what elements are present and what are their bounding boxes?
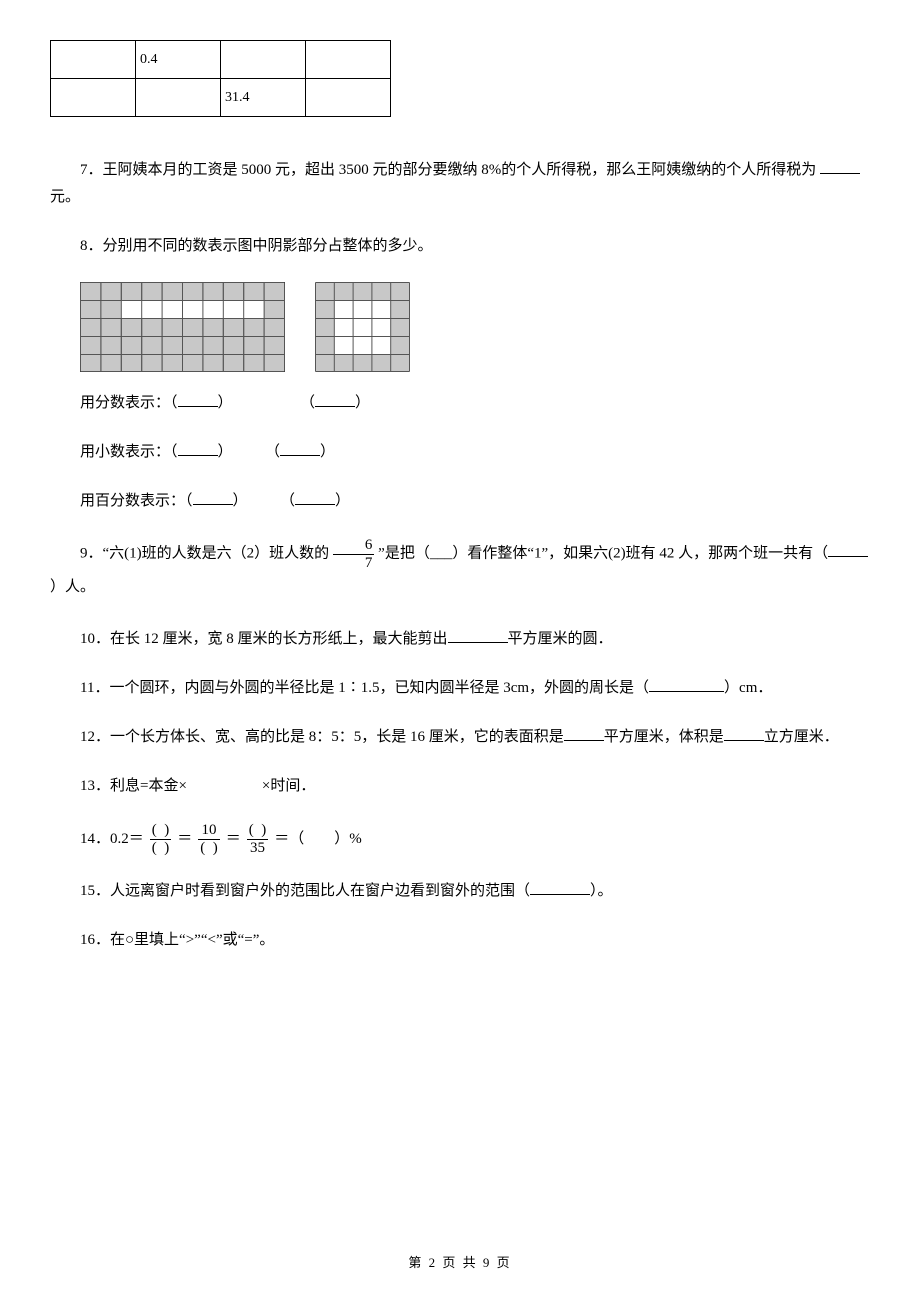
q10-text-a: 10．在长 12 厘米，宽 8 厘米的长方形纸上，最大能剪出 [80, 631, 448, 647]
fill-blank[interactable] [280, 441, 320, 456]
q11-text-b: ）cm． [724, 680, 772, 696]
label: 用小数表示：（ [80, 444, 178, 460]
fraction-numerator: 6 [333, 537, 375, 555]
question-12: 12．一个长方体长、宽、高的比是 8：5：5，长是 16 厘米，它的表面积是 平方… [50, 724, 870, 751]
question-10: 10．在长 12 厘米，宽 8 厘米的长方形纸上，最大能剪出 平方厘米的圆． [50, 626, 870, 653]
q8-decimal-line: 用小数表示：（ ） （ ） [80, 439, 870, 466]
fraction-6-7: 6 7 [333, 537, 375, 571]
question-11: 11．一个圆环，内圆与外圆的半径比是 1∶1.5，已知内圆半径是 3cm，外圆的… [50, 675, 870, 702]
paren-close: ） [218, 395, 233, 411]
label: 用分数表示：（ [80, 395, 178, 411]
grid-svg-1 [80, 282, 285, 372]
q7-text-a: 7．王阿姨本月的工资是 5000 元，超出 3500 元的部分要缴纳 8%的个人… [80, 162, 816, 178]
q8-percent-line: 用百分数表示：（ ） （ ） [80, 488, 870, 515]
table-row: 0.4 [51, 41, 391, 79]
question-8-intro: 8．分别用不同的数表示图中阴影部分占整体的多少。 [50, 233, 870, 260]
q7-text-b: 元。 [50, 189, 80, 205]
grid-svg-2 [315, 282, 410, 372]
cell [221, 41, 306, 79]
paren-close: ） [218, 444, 233, 460]
fill-blank[interactable] [448, 628, 508, 643]
paren-open: （ [280, 493, 295, 509]
question-9: 9．“六(1)班的人数是六（2）班人数的 6 7 ”是把（___）看作整体“1”… [50, 537, 870, 604]
question-15: 15．人远离窗户时看到窗户外的范围比人在窗户边看到窗外的范围（ ）。 [50, 878, 870, 905]
question-7: 7．王阿姨本月的工资是 5000 元，超出 3500 元的部分要缴纳 8%的个人… [50, 157, 870, 211]
equals-sign: ＝ [226, 826, 241, 853]
fill-blank[interactable] [178, 392, 218, 407]
fraction-numerator: 10 [198, 822, 220, 840]
fraction-numerator-blank[interactable]: ( ) [150, 822, 172, 840]
paren-close: ） [355, 395, 370, 411]
q12-text-a: 12．一个长方体长、宽、高的比是 8：5：5，长是 16 厘米，它的表面积是 [80, 729, 564, 745]
cell [306, 41, 391, 79]
question-16: 16．在○里填上“>”“<”或“=”。 [50, 927, 870, 954]
fraction-numerator-blank[interactable]: ( ) [247, 822, 269, 840]
fill-blank[interactable] [295, 490, 335, 505]
fill-blank[interactable] [724, 726, 764, 741]
label: 用百分数表示：（ [80, 493, 193, 509]
paren-open: （ [300, 395, 315, 411]
fill-blank[interactable] [828, 542, 868, 557]
fraction-blank-blank: ( ) ( ) [150, 822, 172, 856]
fraction-denominator-blank[interactable]: ( ) [150, 840, 172, 857]
q10-text-b: 平方厘米的圆． [508, 631, 613, 647]
q9-text-a: 9．“六(1)班的人数是六（2）班人数的 [80, 545, 329, 561]
q8-fraction-line: 用分数表示：（ ） （ ） [80, 390, 870, 417]
question-14: 14．0.2＝ ( ) ( ) ＝ 10 ( ) ＝ ( ) 35 ＝（ ）% [80, 822, 870, 856]
fill-blank[interactable] [649, 677, 724, 692]
fraction-10-blank: 10 ( ) [198, 822, 220, 856]
q12-text-b: 平方厘米，体积是 [604, 729, 724, 745]
q9-text-b: ”是把（___）看作整体“1”，如果六(2)班有 42 人，那两个班一共有（ [378, 545, 828, 561]
fraction-denominator-blank[interactable]: ( ) [198, 840, 220, 857]
fill-blank[interactable] [193, 490, 233, 505]
table-row: 31.4 [51, 79, 391, 117]
paren-close: ） [320, 444, 335, 460]
q12-text-c: 立方厘米． [764, 729, 839, 745]
q14-prefix: 14．0.2＝ [80, 826, 144, 853]
fill-blank[interactable] [178, 441, 218, 456]
paren-close: ） [335, 493, 350, 509]
grid-figure-2 [315, 282, 410, 372]
fraction-denominator: 7 [333, 555, 375, 572]
fill-blank[interactable] [530, 880, 590, 895]
q15-text-b: ）。 [590, 883, 613, 899]
q8-figures [80, 282, 870, 372]
cell: 0.4 [136, 41, 221, 79]
cell [51, 79, 136, 117]
q14-suffix: ＝（ ）% [274, 826, 362, 853]
grid-figure-1 [80, 282, 285, 372]
cell: 31.4 [221, 79, 306, 117]
fraction-denominator: 35 [247, 840, 269, 857]
q11-text-a: 11．一个圆环，内圆与外圆的半径比是 1∶1.5，已知内圆半径是 3cm，外圆的… [80, 680, 649, 696]
equals-sign: ＝ [177, 826, 192, 853]
fill-blank[interactable] [315, 392, 355, 407]
data-table-fragment: 0.4 31.4 [50, 40, 391, 117]
q15-text-a: 15．人远离窗户时看到窗户外的范围比人在窗户边看到窗外的范围（ [80, 883, 530, 899]
fill-blank[interactable] [564, 726, 604, 741]
q9-text-c: ）人。 [50, 579, 95, 595]
paren-open: （ [265, 444, 280, 460]
fill-blank[interactable] [820, 159, 860, 174]
cell [136, 79, 221, 117]
cell [51, 41, 136, 79]
fraction-blank-35: ( ) 35 [247, 822, 269, 856]
question-13: 13．利息=本金× ×时间． [50, 773, 870, 800]
page-footer: 第 2 页 共 9 页 [0, 1251, 920, 1274]
cell [306, 79, 391, 117]
paren-close: ） [233, 493, 248, 509]
